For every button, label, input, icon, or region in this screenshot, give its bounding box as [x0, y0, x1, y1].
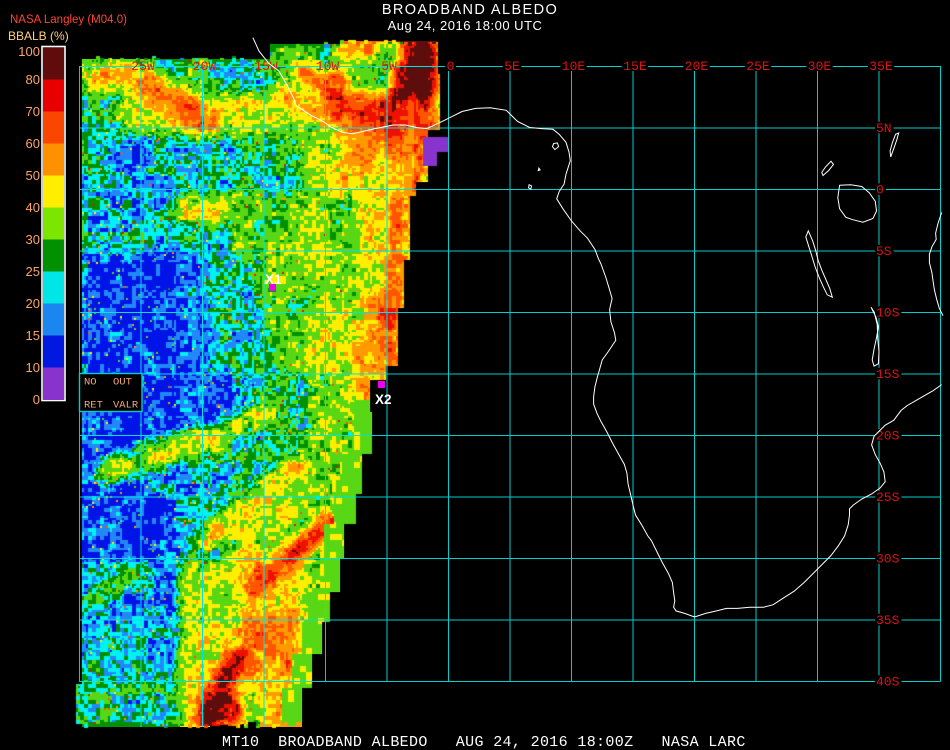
- svg-text:10W: 10W: [316, 59, 340, 74]
- svg-text:RET: RET: [84, 400, 103, 412]
- svg-text:NO: NO: [84, 377, 97, 389]
- svg-text:5S: 5S: [876, 244, 892, 259]
- svg-text:20W: 20W: [193, 59, 217, 74]
- svg-text:10E: 10E: [562, 59, 586, 74]
- svg-text:35S: 35S: [876, 613, 900, 628]
- svg-text:25E: 25E: [746, 59, 770, 74]
- svg-text:0: 0: [33, 392, 40, 407]
- svg-text:100: 100: [18, 44, 40, 59]
- svg-text:70: 70: [26, 104, 40, 119]
- svg-text:5E: 5E: [504, 59, 520, 74]
- svg-text:20: 20: [26, 296, 40, 311]
- svg-text:OUT: OUT: [113, 377, 132, 389]
- svg-text:50: 50: [26, 168, 40, 183]
- svg-text:30S: 30S: [876, 552, 900, 567]
- svg-text:0: 0: [447, 59, 455, 74]
- svg-text:0: 0: [876, 183, 884, 198]
- svg-text:60: 60: [26, 136, 40, 151]
- svg-text:5N: 5N: [876, 121, 892, 136]
- svg-text:X2: X2: [375, 392, 392, 407]
- svg-text:15W: 15W: [254, 59, 278, 74]
- svg-text:30E: 30E: [808, 59, 832, 74]
- svg-text:15: 15: [26, 328, 40, 343]
- svg-text:10: 10: [26, 360, 40, 375]
- svg-text:80: 80: [26, 72, 40, 87]
- svg-text:25: 25: [26, 264, 40, 279]
- svg-text:35E: 35E: [869, 59, 893, 74]
- svg-text:25S: 25S: [876, 490, 900, 505]
- svg-text:30: 30: [26, 232, 40, 247]
- svg-text:VALR: VALR: [113, 400, 139, 412]
- svg-text:X1: X1: [265, 272, 282, 287]
- svg-text:40S: 40S: [876, 675, 900, 690]
- svg-text:10S: 10S: [876, 306, 900, 321]
- svg-text:25W: 25W: [131, 59, 155, 74]
- svg-text:15E: 15E: [623, 59, 647, 74]
- svg-text:40: 40: [26, 200, 40, 215]
- svg-text:20E: 20E: [685, 59, 709, 74]
- svg-text:5W: 5W: [381, 59, 397, 74]
- svg-text:15S: 15S: [876, 367, 900, 382]
